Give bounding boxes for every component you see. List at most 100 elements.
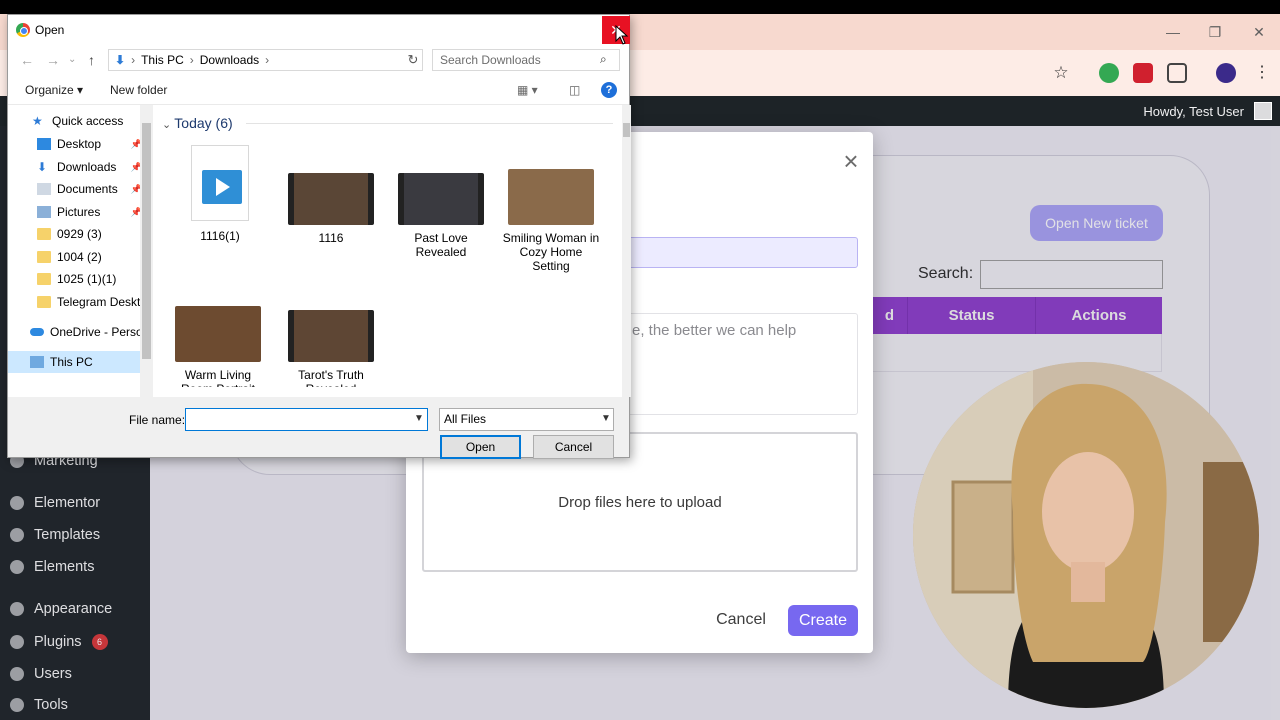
folder-icon [37,273,51,285]
minimize-button[interactable]: — [1150,14,1196,50]
download-icon: ⬇ [115,53,126,67]
howdy-user[interactable]: Howdy, Test User [1143,104,1244,119]
nav-item-label: Downloads [57,160,117,174]
nav-item-this-pc[interactable]: This PC [8,351,145,373]
mouse-cursor-icon [615,25,629,45]
close-window-button[interactable]: ✕ [1236,14,1280,50]
refresh-icon[interactable]: ↻ [403,49,423,71]
file-item[interactable]: Smiling Woman in Cozy Home Setting [501,169,601,273]
nav-item-label: This PC [50,355,93,369]
webcam-person-image [913,362,1259,708]
chrome-icon [16,23,30,37]
chevron-down-icon[interactable]: ▼ [601,413,611,424]
open-button[interactable]: Open [440,435,521,459]
file-type-select[interactable]: All Files [439,408,614,431]
cloud-icon [30,328,44,336]
breadcrumb-downloads[interactable]: Downloads [200,53,259,67]
file-scrollbar[interactable] [622,105,631,397]
help-icon[interactable]: ? [601,82,617,98]
breadcrumb-this-pc[interactable]: This PC [141,53,184,67]
group-header-today[interactable]: ⌄ Today (6) [162,115,233,131]
nav-item-folder[interactable]: Telegram Deskto [8,291,145,313]
profile-avatar-icon[interactable] [1216,63,1236,83]
address-bar[interactable]: ⬇ › This PC › Downloads › [108,49,423,71]
dropdown-caret-icon: ▾ [77,83,84,97]
document-icon [37,183,51,195]
recent-chevron-icon[interactable]: ⌄ [68,54,76,65]
search-downloads-input[interactable]: Search Downloads [432,49,620,71]
nav-item-documents[interactable]: Documents 📌 [8,178,145,200]
file-name: 1116 [318,231,344,245]
star-icon[interactable]: ☆ [1051,63,1071,83]
nav-item-label: Pictures [57,205,101,219]
nav-item-folder[interactable]: 0929 (3) [8,223,145,245]
nav-item-label: Desktop [57,137,102,151]
puzzle-icon[interactable] [1167,63,1187,83]
nav-item-label: Quick access [52,114,124,128]
pictures-icon [37,206,51,218]
file-item[interactable]: 1116 [281,173,381,245]
photo-thumbnail [508,169,594,225]
organize-button[interactable]: Organize ▾ [25,83,83,97]
dialog-title: Open [35,23,65,37]
nav-scrollbar-thumb[interactable] [142,123,151,359]
folder-icon [37,228,51,240]
group-divider [246,123,613,124]
new-folder-button[interactable]: New folder [110,83,167,97]
modal-cancel-button[interactable]: Cancel [706,605,776,635]
chevron-down-icon[interactable]: ▼ [414,413,424,424]
extension-red-icon[interactable] [1133,63,1153,83]
photo-thumbnail [175,306,261,362]
file-name-input[interactable] [185,408,428,431]
nav-item-label: Documents [57,182,118,196]
nav-item-folder[interactable]: 1025 (1)(1) [8,268,145,290]
star-icon: ★ [32,114,43,128]
file-name-label: File name: [129,413,186,427]
download-icon: ⬇ [37,160,48,174]
organize-label: Organize [25,83,74,97]
file-scrollbar-thumb[interactable] [623,123,630,137]
chevron-down-icon: ⌄ [162,119,175,131]
file-item[interactable]: Past Love Revealed [391,173,491,259]
screen: — ❐ ✕ ☆ ⋮ Howdy, Test User Marketing Ele… [0,0,1280,720]
forward-arrow-icon[interactable]: → [46,52,60,68]
navigation-pane: ★ Quick access Desktop 📌 ⬇ Downloads 📌 Docum… [8,105,153,397]
nav-item-label: 0929 (3) [57,227,102,241]
video-file-icon [191,145,249,221]
nav-item-desktop[interactable]: Desktop 📌 [8,133,145,155]
nav-item-quick-access[interactable]: ★ Quick access [8,110,145,132]
nav-item-label: 1025 (1)(1) [57,272,117,286]
preview-pane-icon[interactable]: ◫ [569,83,580,97]
desktop-icon [37,138,51,150]
nav-item-pictures[interactable]: Pictures 📌 [8,201,145,223]
video-thumbnail [288,310,374,362]
webcam-overlay [913,362,1259,708]
file-item[interactable]: Warm Living Room Portrait [168,306,268,396]
modal-create-button[interactable]: Create [788,605,858,636]
computer-icon [30,356,44,368]
file-name: 1116(1) [200,229,240,243]
folder-icon [37,296,51,308]
file-pane-clip [153,387,623,397]
nav-item-folder[interactable]: 1004 (2) [8,246,145,268]
group-header-label: Today (6) [174,115,233,131]
modal-close-button[interactable]: × [840,148,862,174]
avatar[interactable] [1254,102,1272,120]
video-thumbnail [288,173,374,225]
nav-item-label: Telegram Deskto [57,295,145,309]
file-item[interactable]: Tarot's Truth Revealed [281,310,381,396]
dialog-titlebar: Open ✕ [8,15,630,45]
extension-green-icon[interactable] [1099,63,1119,83]
view-options-icon[interactable]: ▦ ▾ [517,83,538,97]
file-item[interactable]: 1116(1) [170,145,270,243]
video-thumbnail [398,173,484,225]
back-arrow-icon[interactable]: ← [20,52,34,68]
cancel-button[interactable]: Cancel [533,435,614,459]
textarea-placeholder: e, the better we can help [632,322,797,339]
nav-item-downloads[interactable]: ⬇ Downloads 📌 [8,156,145,178]
ticket-subject-input[interactable] [600,237,858,268]
nav-item-onedrive[interactable]: OneDrive - Persor [8,321,145,343]
more-menu-icon[interactable]: ⋮ [1252,63,1272,83]
restore-button[interactable]: ❐ [1192,14,1238,50]
up-arrow-icon[interactable]: ↑ [88,52,95,68]
